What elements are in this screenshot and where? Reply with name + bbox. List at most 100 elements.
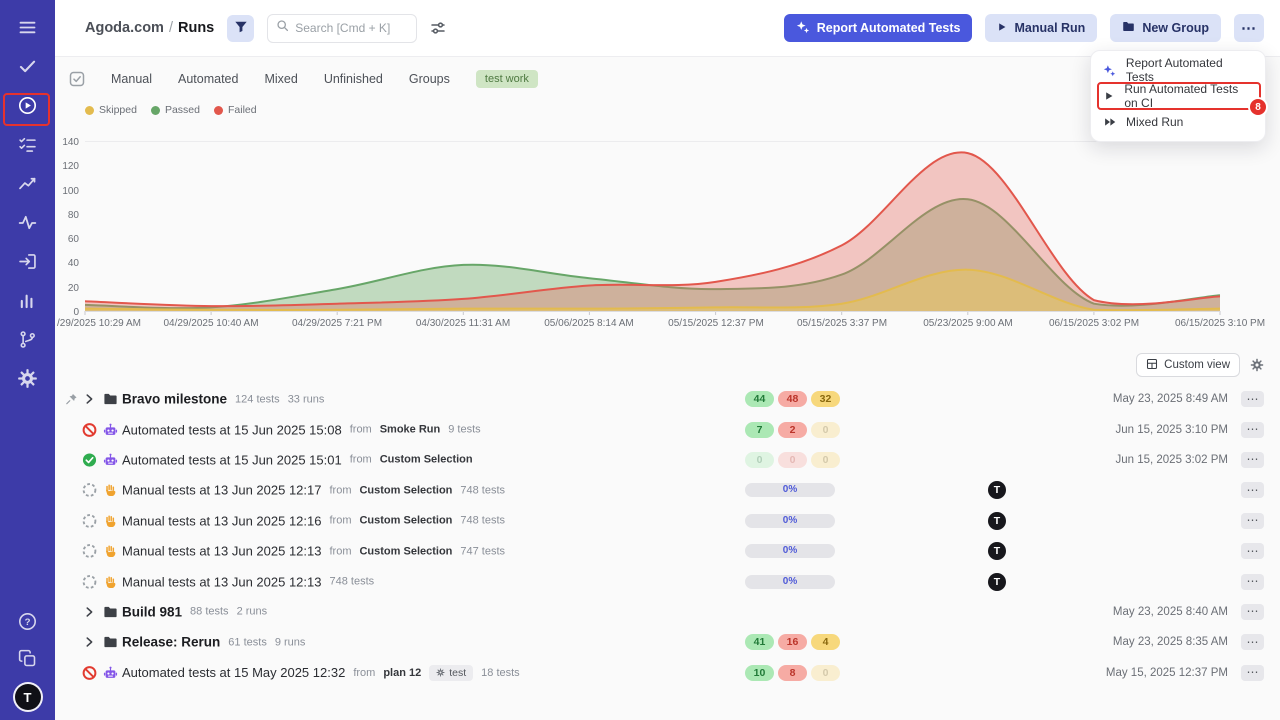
menu-item-mixed-run[interactable]: Mixed Run [1091, 109, 1265, 135]
run-row[interactable]: Manual tests at 13 Jun 2025 12:13fromCus… [55, 536, 1280, 566]
custom-view-button[interactable]: Custom view [1136, 353, 1240, 377]
failed-count-badge: 0 [778, 452, 807, 468]
filter-tag-test-work[interactable]: test work [476, 70, 538, 88]
tab-mixed[interactable]: Mixed [264, 72, 297, 86]
runs-tabs: Manual Automated Mixed Unfinished Groups… [69, 68, 538, 90]
tab-unfinished[interactable]: Unfinished [324, 72, 383, 86]
group-row[interactable]: Release: Rerun61 tests9 runs41164May 23,… [55, 627, 1280, 657]
menu-icon[interactable] [17, 16, 39, 38]
view-settings-gear-icon[interactable] [1250, 358, 1264, 372]
report-automated-tests-button[interactable]: Report Automated Tests [784, 14, 973, 42]
x-axis-label: 05/15/2025 3:37 PM [797, 318, 887, 329]
workspace-logo[interactable]: T [15, 684, 41, 710]
row-more-button[interactable]: ⋯ [1241, 452, 1264, 468]
from-label: from [353, 667, 375, 679]
import-icon[interactable] [17, 250, 39, 272]
run-row[interactable]: Manual tests at 13 Jun 2025 12:16fromCus… [55, 506, 1280, 536]
run-title-group: Release: Rerun61 tests9 runs [122, 635, 305, 650]
menu-item-run-automated-tests-on-ci[interactable]: Run Automated Tests on CI 8 [1091, 83, 1265, 109]
run-source-link[interactable]: Custom Selection [359, 545, 452, 557]
run-title[interactable]: Automated tests at 15 Jun 2025 15:08 [122, 422, 342, 437]
run-title[interactable]: Automated tests at 15 May 2025 12:32 [122, 665, 345, 680]
run-source-link[interactable]: Smoke Run [380, 424, 441, 436]
play-icon [1103, 91, 1115, 101]
assignee-avatar: T [988, 573, 1006, 591]
manual-run-button[interactable]: Manual Run [985, 14, 1097, 42]
run-title[interactable]: Build 981 [122, 604, 182, 619]
run-source-link[interactable]: Custom Selection [359, 484, 452, 496]
tab-groups[interactable]: Groups [409, 72, 450, 86]
group-row[interactable]: Bravo milestone124 tests33 runs444832May… [55, 384, 1280, 414]
breadcrumb-project[interactable]: Agoda.com [85, 20, 164, 36]
new-group-label: New Group [1142, 21, 1209, 35]
breadcrumb-separator: / [169, 20, 173, 36]
run-source-link[interactable]: Custom Selection [359, 515, 452, 527]
sparkles-icon [796, 20, 810, 37]
reports-icon[interactable] [17, 289, 39, 311]
sidebar: ? T [0, 0, 55, 720]
expand-chevron-icon[interactable] [82, 635, 96, 649]
row-more-button[interactable]: ⋯ [1241, 391, 1264, 407]
y-axis-label: 140 [55, 137, 79, 148]
run-title[interactable]: Manual tests at 13 Jun 2025 12:16 [122, 513, 321, 528]
run-title[interactable]: Manual tests at 13 Jun 2025 12:13 [122, 544, 321, 559]
row-more-button[interactable]: ⋯ [1241, 543, 1264, 559]
filter-button[interactable] [227, 15, 254, 42]
branch-icon[interactable] [17, 328, 39, 350]
checklist-icon[interactable] [17, 133, 39, 155]
copy-icon[interactable] [17, 647, 39, 669]
report-automated-tests-label: Report Automated Tests [817, 21, 961, 35]
settings-icon[interactable] [17, 367, 39, 389]
expand-chevron-icon[interactable] [82, 392, 96, 406]
search-input[interactable] [295, 21, 407, 35]
run-title[interactable]: Manual tests at 13 Jun 2025 12:13 [122, 574, 321, 589]
run-meta: 2 runs [237, 606, 268, 618]
expand-chevron-icon[interactable] [82, 605, 96, 619]
run-title[interactable]: Automated tests at 15 Jun 2025 15:01 [122, 452, 342, 467]
tab-automated[interactable]: Automated [178, 72, 238, 86]
run-title[interactable]: Release: Rerun [122, 635, 220, 650]
run-row[interactable]: Automated tests at 15 Jun 2025 15:08from… [55, 414, 1280, 444]
run-title[interactable]: Bravo milestone [122, 392, 227, 407]
row-more-button[interactable]: ⋯ [1241, 513, 1264, 529]
row-more-button[interactable]: ⋯ [1241, 634, 1264, 650]
run-meta: 748 tests [460, 515, 505, 527]
tasks-icon[interactable] [17, 55, 39, 77]
x-axis-label: 04/30/2025 11:31 AM [416, 318, 510, 329]
help-icon[interactable]: ? [17, 610, 39, 632]
search-box[interactable] [267, 14, 417, 43]
robot-icon [103, 665, 118, 680]
run-row[interactable]: Manual tests at 13 Jun 2025 12:13 748 tes… [55, 566, 1280, 596]
sparkles-icon [1103, 64, 1117, 77]
run-title[interactable]: Manual tests at 13 Jun 2025 12:17 [122, 483, 321, 498]
x-axis-label: 04/29/2025 7:21 PM [292, 318, 382, 329]
row-more-button[interactable]: ⋯ [1241, 422, 1264, 438]
view-toolbar: Custom view [1136, 353, 1264, 377]
menu-item-report-automated-tests[interactable]: Report Automated Tests [1091, 57, 1265, 83]
more-actions-button[interactable]: ⋯ [1234, 14, 1264, 42]
run-title-group: Bravo milestone124 tests33 runs [122, 392, 324, 407]
runs-icon[interactable] [17, 94, 39, 116]
new-group-button[interactable]: New Group [1110, 14, 1221, 42]
group-row[interactable]: Build 98188 tests2 runsMay 23, 2025 8:40… [55, 597, 1280, 627]
run-row[interactable]: Automated tests at 15 May 2025 12:32 from… [55, 658, 1280, 688]
row-more-button[interactable]: ⋯ [1241, 665, 1264, 681]
run-source-link[interactable]: plan 12 [383, 667, 421, 679]
run-source-link[interactable]: Custom Selection [380, 454, 473, 466]
activity-icon[interactable] [17, 211, 39, 233]
failed-count-badge: 48 [778, 391, 807, 407]
run-title-group: Automated tests at 15 May 2025 12:32 from… [122, 665, 520, 681]
filter-sliders-icon[interactable] [430, 20, 446, 36]
manual-run-label: Manual Run [1014, 21, 1085, 35]
run-row[interactable]: Manual tests at 13 Jun 2025 12:17fromCus… [55, 475, 1280, 505]
analytics-icon[interactable] [17, 172, 39, 194]
run-meta: 748 tests [329, 576, 374, 588]
failed-count-badge: 16 [778, 634, 807, 650]
assignee-avatar: T [988, 512, 1006, 530]
run-row[interactable]: Automated tests at 15 Jun 2025 15:01from… [55, 445, 1280, 475]
row-more-button[interactable]: ⋯ [1241, 482, 1264, 498]
select-all-checkbox-icon[interactable] [69, 71, 85, 87]
row-more-button[interactable]: ⋯ [1241, 574, 1264, 590]
tab-manual[interactable]: Manual [111, 72, 152, 86]
row-more-button[interactable]: ⋯ [1241, 604, 1264, 620]
